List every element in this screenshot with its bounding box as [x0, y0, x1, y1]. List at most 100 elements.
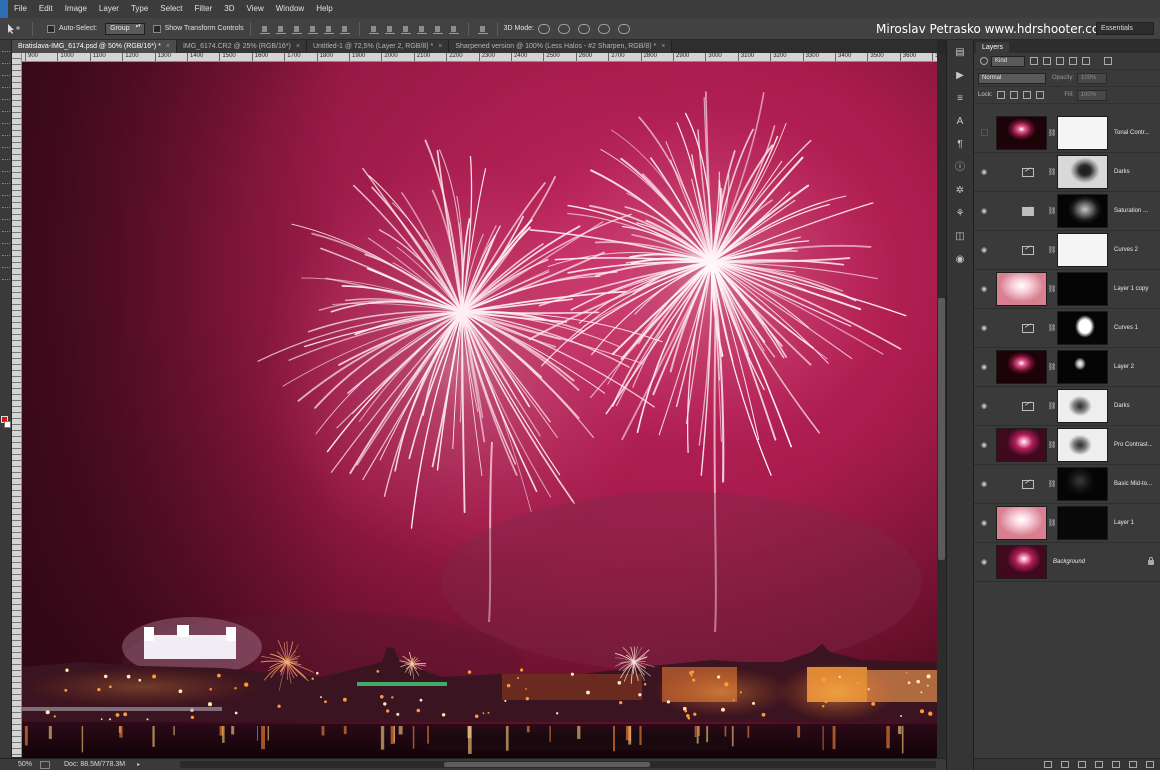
gradient-tool-icon[interactable] [2, 176, 10, 184]
close-icon[interactable]: × [166, 40, 170, 53]
new-adjustment-icon[interactable] [1095, 761, 1103, 768]
3d-rotate-icon[interactable] [537, 23, 550, 34]
actions-icon[interactable]: ▶ [954, 70, 966, 81]
auto-select-checkbox[interactable] [47, 24, 55, 33]
chain-link-icon[interactable]: ⛓ [1047, 441, 1057, 449]
layer-mask-thumbnail[interactable] [1057, 428, 1108, 462]
navigator-icon[interactable]: ✲ [954, 185, 966, 196]
curves-icon[interactable] [1022, 401, 1034, 411]
healing-brush-tool-icon[interactable] [2, 116, 10, 124]
distribute-top-icon[interactable] [368, 24, 379, 34]
layer-row[interactable]: ⛓ Tonal Contr... [974, 114, 1160, 153]
distribute-bottom-icon[interactable] [400, 24, 411, 34]
new-layer-icon[interactable] [1129, 761, 1137, 768]
curves-icon[interactable] [1022, 323, 1034, 333]
menu-select[interactable]: Select [154, 0, 188, 18]
tab-img-6174-cr2[interactable]: IMG_6174.CR2 @ 25% (RGB/16*) × [176, 40, 307, 53]
filter-smart-object-icon[interactable] [1082, 57, 1090, 65]
lasso-tool-icon[interactable] [2, 68, 10, 76]
zoom-tool-icon[interactable] [2, 272, 10, 280]
layer-row[interactable]: ◉ ⛓ Curves 1 [974, 309, 1160, 348]
blur-tool-icon[interactable] [2, 188, 10, 196]
chain-link-icon[interactable]: ⛓ [1047, 363, 1057, 371]
adjustments-icon[interactable]: ◫ [954, 231, 966, 242]
menu-view[interactable]: View [241, 0, 270, 18]
show-transform-checkbox[interactable] [152, 24, 161, 33]
layer-thumbnail[interactable] [996, 506, 1047, 540]
layer-mask-thumbnail[interactable] [1057, 350, 1108, 384]
layer-mask-thumbnail[interactable] [1057, 233, 1108, 267]
curves-icon[interactable] [1022, 245, 1034, 255]
tab-sharpened-version[interactable]: Sharpened version @ 100% (Less Halos - #… [449, 40, 673, 53]
new-group-icon[interactable] [1112, 761, 1120, 768]
tab-bratislava[interactable]: Bratislava-IMG_6174.psd @ 50% (RGB/16*) … [12, 40, 177, 53]
styles-icon[interactable]: ◉ [954, 254, 966, 265]
layer-thumbnail[interactable] [996, 428, 1047, 462]
blend-mode-select[interactable]: Normal [978, 72, 1046, 84]
chain-link-icon[interactable]: ⛓ [1047, 168, 1057, 176]
layer-thumbnail[interactable] [996, 116, 1047, 150]
distribute-left-icon[interactable] [416, 24, 427, 34]
lock-transparency-icon[interactable] [997, 91, 1006, 99]
chain-link-icon[interactable]: ⛓ [1047, 480, 1057, 488]
layer-row[interactable]: ◉ ⛓ Pro Contrast... [974, 426, 1160, 465]
clone-stamp-tool-icon[interactable] [2, 140, 10, 148]
move-tool-icon[interactable] [4, 22, 22, 36]
chain-link-icon[interactable]: ⛓ [1047, 519, 1057, 527]
tab-layers[interactable]: Layers [976, 42, 1010, 53]
history-brush-tool-icon[interactable] [2, 152, 10, 160]
3d-pan-icon[interactable] [577, 23, 590, 34]
chain-link-icon[interactable]: ⛓ [1047, 402, 1057, 410]
layer-row[interactable]: ◉ ⛓ Layer 2 [974, 348, 1160, 387]
eye-icon[interactable]: ◉ [974, 363, 994, 371]
clone-source-icon[interactable]: ⚘ [954, 208, 966, 219]
layer-row[interactable]: ◉ ⛓ Layer 1 [974, 504, 1160, 543]
info-icon[interactable]: ⓘ [954, 162, 966, 173]
layer-mask-thumbnail[interactable] [1057, 467, 1108, 501]
background-color-swatch[interactable] [4, 421, 11, 428]
lock-position-icon[interactable] [1023, 91, 1032, 99]
align-hcenter-icon[interactable] [323, 24, 334, 34]
menu-layer[interactable]: Layer [93, 0, 125, 18]
add-mask-icon[interactable] [1078, 761, 1086, 768]
trash-icon[interactable] [1146, 761, 1154, 768]
menu-type[interactable]: Type [125, 0, 154, 18]
align-right-icon[interactable] [339, 24, 350, 34]
horizontal-scrollbar[interactable] [180, 761, 936, 768]
distribute-right-icon[interactable] [448, 24, 459, 34]
eye-icon[interactable]: ◉ [974, 285, 994, 293]
move-tool-icon[interactable] [2, 44, 10, 52]
eye-icon[interactable]: ◉ [974, 441, 994, 449]
align-vcenter-icon[interactable] [275, 24, 286, 34]
layer-row[interactable]: ◉ Background [974, 543, 1160, 582]
vertical-scrollbar[interactable] [937, 53, 946, 758]
distribute-hcenter-icon[interactable] [432, 24, 443, 34]
document-canvas[interactable] [22, 62, 937, 758]
filter-kind-select[interactable]: Kind [991, 55, 1025, 67]
close-icon[interactable]: × [438, 40, 442, 53]
3d-slide-icon[interactable] [597, 23, 610, 34]
type-tool-icon[interactable] [2, 224, 10, 232]
close-icon[interactable]: × [296, 40, 300, 53]
history-icon[interactable]: ▤ [954, 47, 966, 58]
eye-icon[interactable] [974, 128, 994, 138]
menu-window[interactable]: Window [270, 0, 310, 18]
path-selection-tool-icon[interactable] [2, 236, 10, 244]
lock-all-icon[interactable] [1036, 91, 1045, 99]
hand-tool-icon[interactable] [2, 260, 10, 268]
tab-untitled-1[interactable]: Untitled-1 @ 72,5% (Layer 2, RGB/8) * × [306, 40, 450, 53]
layer-thumbnail[interactable] [996, 350, 1047, 384]
auto-select-dropdown[interactable]: Group [105, 22, 145, 35]
eye-icon[interactable]: ◉ [974, 402, 994, 410]
layer-mask-thumbnail[interactable] [1057, 272, 1108, 306]
layer-thumbnail[interactable] [996, 272, 1047, 306]
menu-image[interactable]: Image [59, 0, 93, 18]
curves-icon[interactable] [1022, 479, 1034, 489]
menu-3d[interactable]: 3D [218, 0, 240, 18]
layer-mask-thumbnail[interactable] [1057, 389, 1108, 423]
auto-align-icon[interactable] [477, 24, 488, 34]
curves-icon[interactable] [1022, 167, 1034, 177]
layer-row[interactable]: ◉ ⛓ Darks [974, 387, 1160, 426]
photoshop-logo-icon[interactable] [0, 0, 8, 18]
chain-link-icon[interactable]: ⛓ [1047, 324, 1057, 332]
